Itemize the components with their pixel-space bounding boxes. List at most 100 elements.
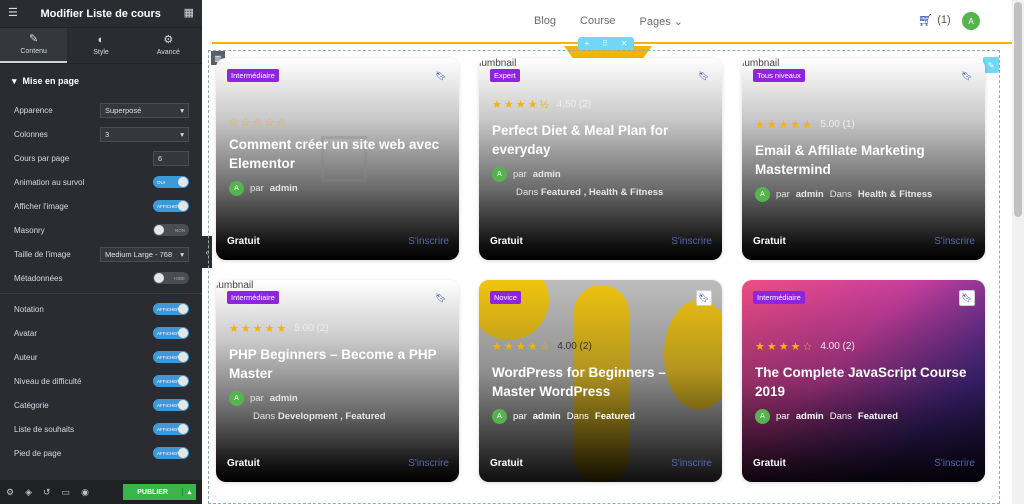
tab-advanced[interactable]: ⚙ Avancé [135,28,202,63]
author-name[interactable]: admin [270,393,298,404]
enroll-link[interactable]: S'inscrire [934,236,975,247]
responsive-icon[interactable]: ▭ [62,487,71,498]
price: Gratuit [227,458,260,469]
course-title[interactable]: The Complete JavaScript Course 2019 [755,363,975,401]
category-list[interactable]: Featured [858,411,898,422]
nav-item-pages[interactable]: Pages ⌄ [640,15,683,28]
course-title[interactable]: PHP Beginners – Become a PHP Master [229,345,449,383]
metadata-toggle[interactable]: HIDE [153,272,189,284]
category-toggle[interactable]: AFFICHER [153,399,189,411]
difficulty-toggle[interactable]: AFFICHER [153,375,189,387]
hover-anim-toggle[interactable]: OUI [153,176,189,188]
rating-toggle[interactable]: AFFICHER [153,303,189,315]
course-title[interactable]: Perfect Diet & Meal Plan for everyday [492,121,712,159]
section-layout-header[interactable]: ▾ Mise en page [0,64,202,98]
columns-select[interactable]: 3 ▾ [100,126,189,142]
layers-icon[interactable]: ◈ [25,487,32,498]
tab-style[interactable]: ◐ Style [67,28,134,63]
author-prefix: par [513,169,527,180]
category-list[interactable]: Development , Featured [278,411,386,422]
per-page-input[interactable]: 6 [153,150,189,166]
control-label: Cours par page [14,153,70,163]
course-title[interactable]: Email & Affiliate Marketing Mastermind [755,141,975,179]
control-per-page: Cours par page 6 [0,146,202,170]
course-card[interactable]: Intermédiaire 🔖︎ ☆☆☆☆☆ Comment créer un … [216,58,459,260]
bookmark-icon[interactable]: 🔖︎ [696,290,712,306]
hamburger-menu-icon[interactable]: ☰ [8,8,18,19]
category-list[interactable]: Health & Fitness [858,189,932,200]
control-wishlist: Liste de souhaits AFFICHER [0,417,202,441]
add-section-icon[interactable]: + [584,39,589,48]
bookmark-icon[interactable]: 🔖︎ [433,290,449,306]
course-title[interactable]: WordPress for Beginners – Master WordPre… [492,363,712,401]
nav-item-course[interactable]: Course [580,15,615,28]
author-name[interactable]: admin [796,411,824,422]
difficulty-badge: Expert [490,69,520,82]
price: Gratuit [753,458,786,469]
caret-up-icon[interactable]: ▴ [182,488,196,496]
author-name[interactable]: admin [270,183,298,194]
enroll-link[interactable]: S'inscrire [671,458,712,469]
image-size-select[interactable]: Medium Large - 768 ▾ [100,246,189,262]
category-prefix: Dans [829,189,852,200]
course-card[interactable]: thumbnail Tous niveaux 🔖︎ ★★★★★ 5.00 (1) … [742,58,985,260]
difficulty-badge: Intermédiaire [227,69,279,82]
author-name[interactable]: admin [796,189,824,200]
bookmark-icon[interactable]: 🔖︎ [433,68,449,84]
card-content: ★★★★☆ 4.00 (2) The Complete JavaScript Co… [755,340,975,424]
bookmark-icon[interactable]: 🔖︎ [959,68,975,84]
category-list[interactable]: Featured [595,411,635,422]
author-prefix: par [776,411,790,422]
author-avatar: A [229,391,244,406]
bookmark-icon[interactable]: 🔖︎ [959,290,975,306]
card-footer: Gratuit S'inscrire [490,236,712,247]
tab-content[interactable]: ✎ Contenu [0,28,68,63]
control-label: Pied de page [14,448,62,458]
select-value: Medium Large - 768 [105,249,173,259]
author-avatar: A [492,409,507,424]
preview-eye-icon[interactable]: ◉ [81,487,89,498]
widgets-grid-icon[interactable]: ▦ [184,8,194,19]
bookmark-icon[interactable]: 🔖︎ [696,68,712,84]
course-title[interactable]: Comment créer un site web avec Elementor [229,135,449,173]
user-avatar[interactable]: A [962,12,980,30]
avatar-toggle[interactable]: AFFICHER [153,327,189,339]
author-toggle[interactable]: AFFICHER [153,351,189,363]
settings-icon[interactable]: ⚙ [6,487,14,498]
close-icon[interactable]: ✕ [621,39,628,48]
scrollbar-thumb[interactable] [1014,2,1022,217]
course-card[interactable]: Intermédiaire 🔖︎ ★★★★☆ 4.00 (2) The Compl… [742,280,985,482]
wishlist-toggle[interactable]: AFFICHER [153,423,189,435]
control-label: Métadonnées [14,273,63,283]
history-icon[interactable]: ↺ [43,487,51,498]
pencil-icon: ✎ [29,33,39,45]
enroll-link[interactable]: S'inscrire [934,458,975,469]
course-card[interactable]: Novice 🔖︎ ★★★★☆ 4.00 (2) WordPress for Be… [479,280,722,482]
control-author: Auteur AFFICHER [0,345,202,369]
cart-link[interactable]: 🛒︎ (1) [918,13,951,27]
page-scrollbar[interactable] [1012,0,1024,504]
course-card[interactable]: thumbnail Intermédiaire 🔖︎ ★★★★★ 5.00 (2)… [216,280,459,482]
section-title: Mise en page [22,76,80,86]
category-list[interactable]: Featured , Health & Fitness [541,187,663,198]
publish-button[interactable]: PUBLIER ▴ [123,484,196,500]
enroll-link[interactable]: S'inscrire [408,458,449,469]
appearance-select[interactable]: Superposé ▾ [100,102,189,118]
control-footer: Pied de page AFFICHER [0,441,202,465]
thumbnail-alt: thumbnail [216,280,254,291]
course-card[interactable]: thumbnail Expert 🔖︎ ★★★★½ 4.50 (2) Perfec… [479,58,722,260]
footer-toggle[interactable]: AFFICHER [153,447,189,459]
enroll-link[interactable]: S'inscrire [408,236,449,247]
masonry-toggle[interactable]: NON [153,224,189,236]
author-name[interactable]: admin [533,169,561,180]
control-label: Auteur [14,352,38,362]
drag-handle-icon[interactable]: ⠿ [602,39,608,48]
enroll-link[interactable]: S'inscrire [671,236,712,247]
nav-item-blog[interactable]: Blog [534,15,556,28]
edit-widget-icon[interactable]: ✎ [983,57,999,73]
panel-header: ☰ Modifier Liste de cours ▦ [0,0,202,28]
star-icon: ★★★★½ [492,99,551,111]
show-image-toggle[interactable]: AFFICHER [153,200,189,212]
author-name[interactable]: admin [533,411,561,422]
rating-stars: ★★★★☆ 4.00 (2) [755,340,975,353]
